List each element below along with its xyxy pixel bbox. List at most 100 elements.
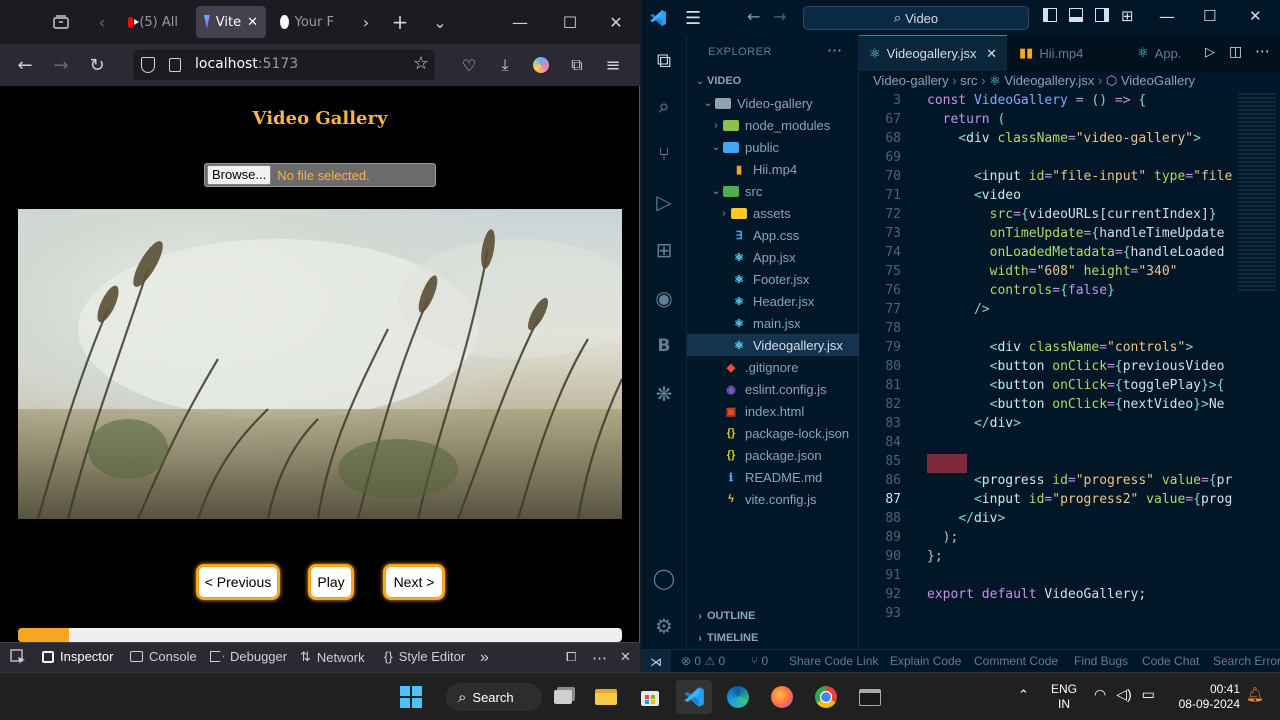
- vscode-menu-icon[interactable]: ☰: [685, 8, 701, 29]
- vs-minimize-icon[interactable]: —: [1159, 7, 1175, 26]
- tab-vite[interactable]: Vite ✕: [196, 6, 266, 38]
- status-explain-code[interactable]: Explain Code: [890, 654, 961, 668]
- file-input[interactable]: Browse... No file selected.: [204, 163, 436, 187]
- outline-section[interactable]: › OUTLINE: [687, 605, 859, 627]
- toggle-sidebar-icon[interactable]: [1043, 8, 1057, 22]
- source-control-icon[interactable]: ⑂: [651, 141, 677, 167]
- forward-icon[interactable]: →: [50, 54, 72, 76]
- language-indicator[interactable]: ENG IN: [1050, 682, 1078, 712]
- timeline-section[interactable]: › TIMELINE: [687, 627, 859, 649]
- run-file-icon[interactable]: ▷: [1205, 45, 1215, 60]
- tree-item[interactable]: ▣ index.html: [687, 400, 859, 422]
- more-tools-icon[interactable]: »: [480, 649, 489, 667]
- pick-element-icon[interactable]: [10, 649, 26, 665]
- firefox-icon[interactable]: [767, 682, 797, 712]
- breadcrumb-item[interactable]: src: [960, 73, 977, 88]
- tab-scroll-left-icon[interactable]: ‹: [92, 12, 112, 32]
- search-view-icon[interactable]: ⌕: [651, 93, 677, 119]
- tree-item[interactable]: {} package-lock.json: [687, 422, 859, 444]
- system-tray[interactable]: ◠ ◁) ▭: [1094, 686, 1155, 703]
- vs-maximize-icon[interactable]: ☐: [1203, 7, 1216, 25]
- play-button[interactable]: Play: [308, 564, 354, 600]
- status-find-bugs[interactable]: Find Bugs: [1074, 654, 1128, 668]
- menu-icon[interactable]: ≡: [602, 54, 624, 76]
- edge-icon[interactable]: [723, 682, 753, 712]
- browse-button[interactable]: Browse...: [207, 165, 272, 185]
- tree-item[interactable]: ◆ .gitignore: [687, 356, 859, 378]
- customize-layout-icon[interactable]: ⊞: [1121, 7, 1134, 25]
- video-progress-bar[interactable]: [18, 628, 622, 642]
- task-view-icon[interactable]: [548, 682, 578, 712]
- status-search-error[interactable]: Search Error: [1213, 654, 1280, 668]
- tree-item[interactable]: ϟ vite.config.js: [687, 488, 859, 510]
- vs-back-icon[interactable]: ←: [747, 7, 760, 26]
- close-tab-icon[interactable]: ✕: [247, 15, 258, 30]
- devtools-tab-console[interactable]: Console: [130, 649, 197, 664]
- minimap[interactable]: [1238, 93, 1276, 293]
- show-hidden-icons-icon[interactable]: ⌃: [1018, 687, 1029, 703]
- devtools-tab-debugger[interactable]: Debugger: [210, 649, 287, 664]
- terminal-icon[interactable]: [855, 682, 885, 712]
- tree-item[interactable]: › node_modules: [687, 114, 859, 136]
- url-bar[interactable]: localhost:5173 ☆: [133, 50, 435, 80]
- tree-item[interactable]: ⌄ src: [687, 180, 859, 202]
- dock-toggle-icon[interactable]: ⧠: [566, 649, 576, 665]
- explorer-more-icon[interactable]: ⋯: [827, 41, 842, 59]
- downloads-icon[interactable]: ⤓: [494, 54, 516, 76]
- devtools-tab-style-editor[interactable]: {} Style Editor: [384, 649, 465, 664]
- problems-status[interactable]: ⊗ 0 ⚠ 0: [681, 654, 725, 668]
- video-player[interactable]: [18, 209, 622, 519]
- list-tabs-icon[interactable]: ⌄: [430, 12, 450, 32]
- editor-tab-app[interactable]: ⚛ App.: [1127, 35, 1201, 71]
- previous-button[interactable]: < Previous: [196, 564, 280, 600]
- remote-status-icon[interactable]: ⋊: [641, 650, 671, 673]
- bookmark-star-icon[interactable]: ☆: [413, 53, 429, 74]
- tracking-protection-icon[interactable]: [141, 57, 155, 73]
- breadcrumb-item[interactable]: Video-gallery: [873, 73, 949, 88]
- b-extension-icon[interactable]: B: [651, 333, 677, 359]
- devtools-menu-icon[interactable]: ⋯: [592, 649, 607, 667]
- tree-item[interactable]: ⚛ App.jsx: [687, 246, 859, 268]
- account-icon[interactable]: [530, 54, 552, 76]
- back-icon[interactable]: ←: [14, 54, 36, 76]
- tree-item[interactable]: ⌄ public: [687, 136, 859, 158]
- tree-item[interactable]: ⚛ Header.jsx: [687, 290, 859, 312]
- status-comment-code[interactable]: Comment Code: [974, 654, 1058, 668]
- close-devtools-icon[interactable]: ✕: [620, 649, 631, 665]
- explorer-icon[interactable]: ⧉: [651, 47, 677, 73]
- devtools-tab-network[interactable]: ⇅ Network: [300, 649, 365, 665]
- close-editor-tab-icon[interactable]: ✕: [986, 46, 997, 62]
- toggle-secondary-sidebar-icon[interactable]: [1095, 8, 1109, 22]
- reload-icon[interactable]: ↻: [86, 54, 108, 76]
- tab-overview-icon[interactable]: [50, 12, 72, 32]
- next-button[interactable]: Next >: [383, 564, 445, 600]
- tree-item[interactable]: › assets: [687, 202, 859, 224]
- page-info-icon[interactable]: [169, 58, 181, 72]
- ms-store-icon[interactable]: [635, 682, 665, 712]
- figma-icon[interactable]: ❋: [651, 381, 677, 407]
- pocket-icon[interactable]: ♡: [458, 54, 480, 76]
- remote-icon[interactable]: ◉: [651, 285, 677, 311]
- ports-status[interactable]: ⑂ 0: [751, 654, 768, 668]
- tree-item[interactable]: ▮ Hii.mp4: [687, 158, 859, 180]
- editor-tab-videogallery[interactable]: ⚛ Videogallery.jsx ✕: [859, 35, 1007, 71]
- start-windows-icon[interactable]: [396, 682, 426, 712]
- tree-item[interactable]: ⚛ Footer.jsx: [687, 268, 859, 290]
- vs-close-icon[interactable]: ✕: [1249, 7, 1262, 25]
- new-tab-icon[interactable]: +: [390, 10, 410, 34]
- close-window-icon[interactable]: ✕: [606, 12, 626, 32]
- accounts-icon[interactable]: ◯: [651, 565, 677, 591]
- tree-item[interactable]: {} package.json: [687, 444, 859, 466]
- taskbar-search[interactable]: ⌕ Search: [446, 683, 542, 711]
- tree-item[interactable]: ⌄ VIDEO: [687, 70, 859, 92]
- tree-item[interactable]: ⌄ Video-gallery: [687, 92, 859, 114]
- toggle-panel-icon[interactable]: [1069, 8, 1083, 22]
- file-explorer-icon[interactable]: [591, 682, 621, 712]
- minimize-icon[interactable]: —: [510, 12, 530, 32]
- command-center-search[interactable]: ⌕ Video: [803, 6, 1029, 30]
- run-debug-icon[interactable]: ▷: [651, 189, 677, 215]
- tab-github[interactable]: Your F: [272, 6, 342, 38]
- vs-forward-icon[interactable]: →: [773, 7, 786, 26]
- tree-item[interactable]: ∃ App.css: [687, 224, 859, 246]
- manage-gear-icon[interactable]: ⚙: [651, 613, 677, 639]
